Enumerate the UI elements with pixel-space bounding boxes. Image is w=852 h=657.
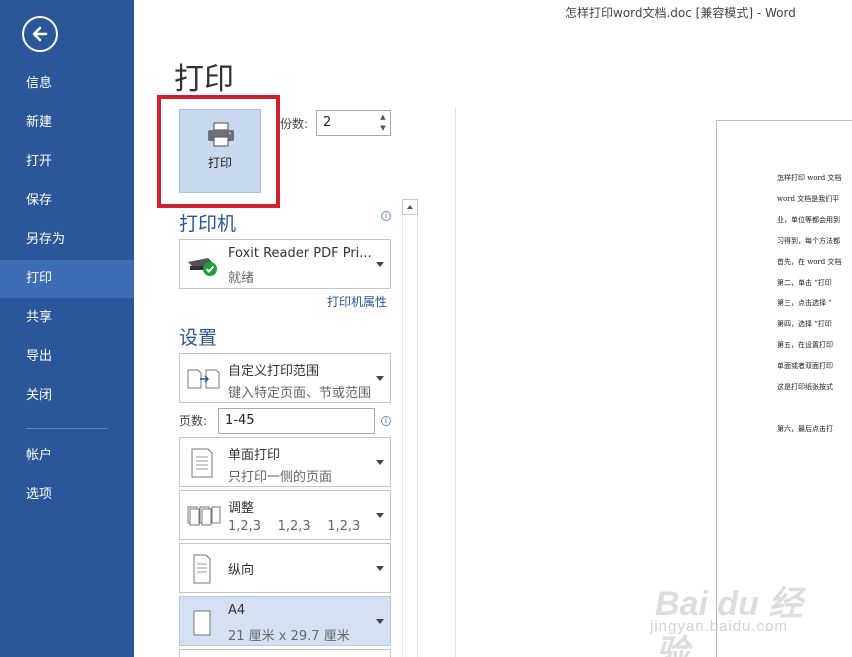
chevron-down-icon [376, 376, 384, 381]
page-title: 打印 [174, 62, 234, 97]
printer-name: Foxit Reader PDF Pri... [228, 246, 372, 261]
chevron-down-icon [376, 566, 384, 571]
paper-size-main: A4 [228, 603, 246, 618]
collated-icon [187, 506, 221, 526]
single-sided-icon [191, 448, 213, 478]
sidebar-item-account[interactable]: 帐户 [0, 437, 134, 475]
sidebar-item-share[interactable]: 共享 [0, 299, 134, 337]
sidebar-divider [26, 428, 108, 429]
printer-section-title: 打印机 [179, 213, 237, 235]
backstage-sidebar: 信息 新建 打开 保存 另存为 打印 共享 导出 关闭 帐户 选项 [0, 0, 134, 657]
collate-main: 调整 [228, 501, 255, 516]
pane-divider [455, 108, 456, 657]
preview-line: 第五，在设置打印 [777, 341, 833, 349]
preview-line: 习得到，每个方法都 [777, 237, 840, 245]
paper-icon [193, 610, 211, 636]
info-icon[interactable]: i [381, 211, 391, 221]
pages-input[interactable]: 1-45 [218, 408, 375, 434]
printer-properties-link[interactable]: 打印机属性 [327, 293, 387, 310]
preview-line: 第六，最后点击打 [777, 425, 833, 433]
copies-up-icon[interactable]: ▲ [378, 112, 388, 122]
orientation-main: 纵向 [228, 563, 255, 578]
preview-line: 第三，点击选择 “ [777, 299, 832, 307]
chevron-down-icon [376, 460, 384, 465]
watermark-brand: Bai du 经验 [655, 585, 803, 657]
preview-line: 第四，选择 “打印 [777, 320, 832, 328]
sides-sub: 只打印一侧的页面 [228, 470, 333, 485]
printer-status: 就绪 [228, 271, 255, 286]
scroll-up-button[interactable] [402, 199, 418, 215]
print-range-sub: 键入特定页面、节或范围 [228, 386, 372, 401]
window-title: 怎样打印word文档.doc [兼容模式] - Word [565, 6, 796, 20]
watermark-url: jingyan.baidu.com [650, 618, 788, 635]
preview-line: word 文档是我们平 [777, 195, 840, 203]
pages-label: 页数: [179, 414, 208, 428]
preview-line: 这是打印纸张按式 [777, 383, 833, 391]
settings-section-title: 设置 [179, 327, 218, 349]
sidebar-item-open[interactable]: 打开 [0, 143, 134, 181]
chevron-down-icon [376, 513, 384, 518]
sidebar-item-save-as[interactable]: 另存为 [0, 221, 134, 259]
preview-line: 单面或者双面打印 [777, 362, 833, 370]
highlight-box [157, 95, 280, 208]
printer-dropdown[interactable]: Foxit Reader PDF Pri... 就绪 [179, 239, 391, 289]
sidebar-item-options[interactable]: 选项 [0, 476, 134, 514]
sidebar-item-close[interactable]: 关闭 [0, 377, 134, 415]
preview-line: 业，单位等都会用到 [777, 216, 840, 224]
back-button[interactable] [22, 16, 58, 52]
print-range-dropdown[interactable]: 自定义打印范围 键入特定页面、节或范围 [179, 353, 391, 403]
printer-ready-icon [188, 258, 217, 276]
sides-main: 单面打印 [228, 448, 281, 463]
sidebar-item-print[interactable]: 打印 [0, 260, 134, 298]
copies-label: 份数: [280, 117, 309, 131]
orientation-dropdown[interactable]: 纵向 [179, 543, 391, 593]
collate-sub: 1,2,3 1,2,3 1,2,3 [228, 519, 361, 534]
paper-size-sub: 21 厘米 x 29.7 厘米 [228, 629, 350, 644]
arrow-left-circle-icon [32, 26, 48, 42]
sidebar-item-new[interactable]: 新建 [0, 104, 134, 142]
info-icon[interactable]: i [381, 416, 391, 426]
copies-down-icon[interactable]: ▼ [378, 123, 388, 133]
sides-dropdown[interactable]: 单面打印 只打印一侧的页面 [179, 437, 391, 487]
chevron-down-icon [376, 619, 384, 624]
paper-size-dropdown[interactable]: A4 21 厘米 x 29.7 厘米 [179, 596, 391, 646]
chevron-down-icon [376, 262, 384, 267]
settings-scrollbar[interactable] [402, 199, 418, 657]
sidebar-item-info[interactable]: 信息 [0, 65, 134, 103]
preview-line: 第二，单击 “打印 [777, 279, 832, 287]
collate-dropdown[interactable]: 调整 1,2,3 1,2,3 1,2,3 [179, 490, 391, 540]
margins-dropdown[interactable] [179, 649, 391, 657]
sidebar-item-save[interactable]: 保存 [0, 182, 134, 220]
preview-line: 首先，在 word 文档 [777, 258, 842, 266]
baidu-watermark: Bai du 经验 jingyan.baidu.com [650, 574, 830, 657]
page-range-icon [187, 369, 220, 389]
portrait-icon [193, 554, 211, 584]
preview-line: 怎样打印 word 文档 [777, 174, 842, 182]
print-range-main: 自定义打印范围 [228, 364, 320, 379]
sidebar-item-export[interactable]: 导出 [0, 338, 134, 376]
